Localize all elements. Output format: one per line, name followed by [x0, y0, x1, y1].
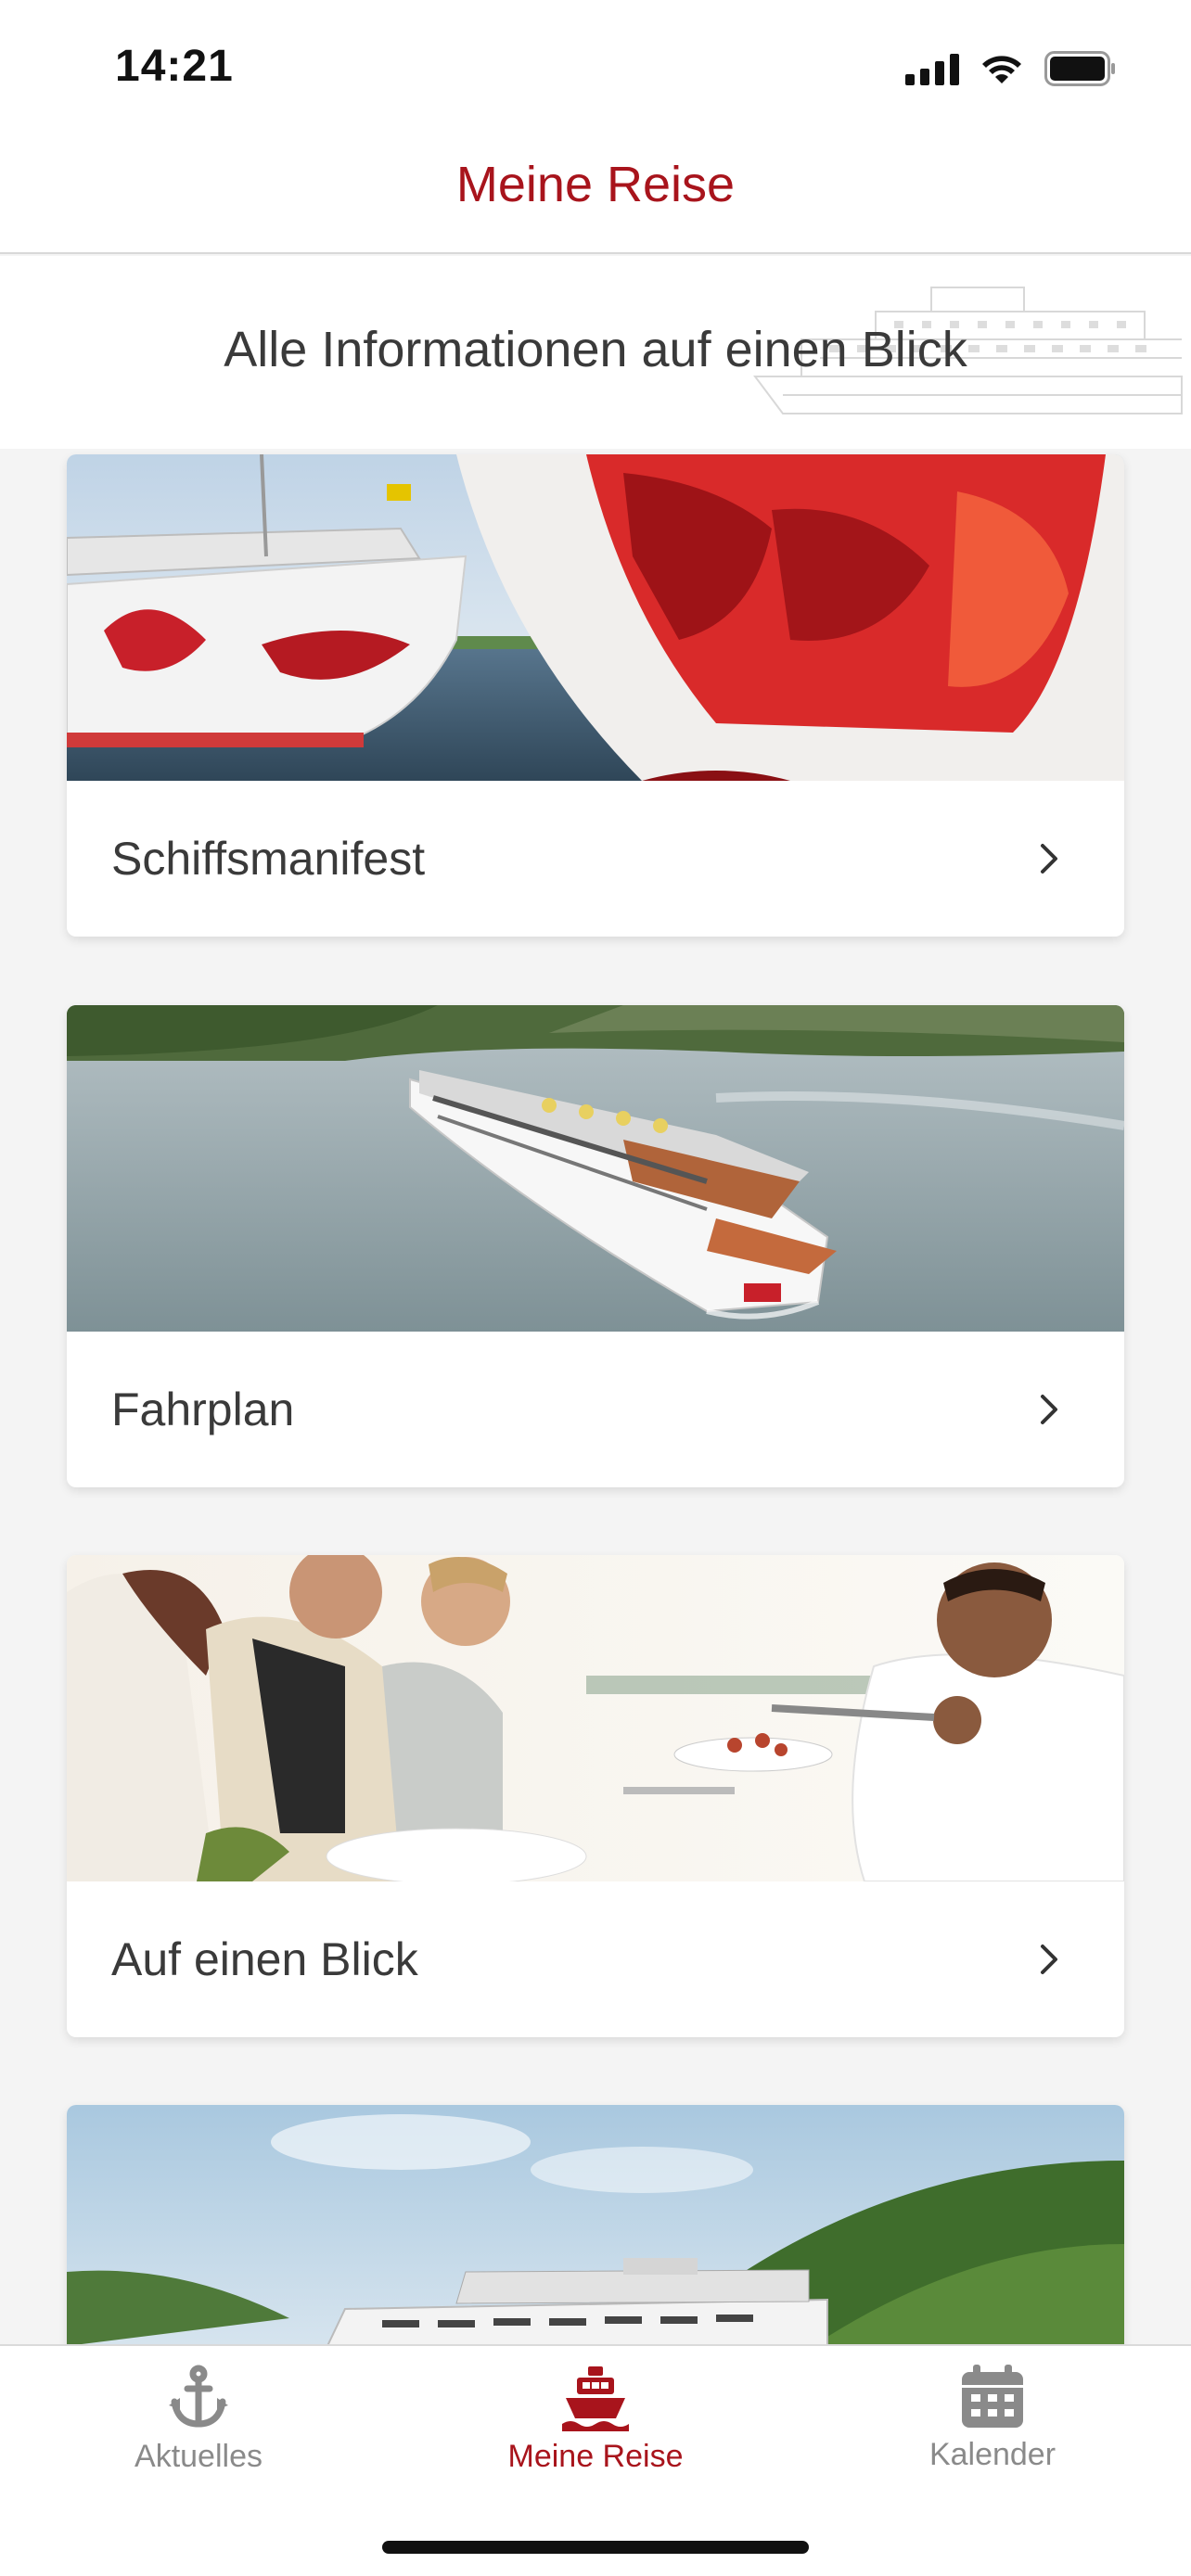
tab-meine-reise[interactable]: Meine Reise: [456, 2365, 735, 2513]
calendar-icon: [962, 2365, 1023, 2428]
card-image-ship-bows: [67, 454, 1124, 781]
ship-icon: [562, 2366, 629, 2431]
card-image-river-cruise: [67, 1005, 1124, 1332]
hero-banner: Alle Informationen auf einen Blick: [0, 256, 1191, 449]
tab-kalender[interactable]: Kalender: [853, 2365, 1132, 2513]
card-label-row[interactable]: Auf einen Blick: [67, 1881, 1124, 2037]
status-icons: [905, 48, 1117, 89]
card-image-chef-serving: [67, 1555, 1124, 1881]
chevron-right-icon: [1041, 844, 1057, 874]
home-indicator: [382, 2541, 809, 2554]
card-label: Auf einen Blick: [111, 1933, 418, 1985]
card-label: Fahrplan: [111, 1384, 295, 1435]
tab-label: Meine Reise: [507, 2439, 684, 2474]
card-label: Schiffsmanifest: [111, 833, 426, 885]
card-schiffsmanifest[interactable]: Schiffsmanifest: [67, 454, 1124, 937]
tab-label: Aktuelles: [134, 2439, 263, 2474]
chevron-right-icon: [1041, 1945, 1057, 1974]
cellular-signal-icon: [905, 52, 959, 85]
page-title: Meine Reise: [455, 157, 736, 212]
hero-heading: Alle Informationen auf einen Blick: [224, 322, 967, 377]
nav-header: Meine Reise: [0, 130, 1191, 254]
status-bar: 14:21: [0, 0, 1191, 130]
content-scroll[interactable]: Alle Informationen auf einen Blick Schif…: [0, 256, 1191, 2344]
status-time: 14:21: [115, 42, 234, 91]
card-image-ship-valley: [67, 2105, 1124, 2344]
card-4[interactable]: [67, 2105, 1124, 2344]
card-label-row[interactable]: Schiffsmanifest: [67, 781, 1124, 937]
chevron-right-icon: [1041, 1395, 1057, 1424]
tab-aktuelles[interactable]: Aktuelles: [59, 2365, 338, 2513]
wifi-icon: [980, 52, 1024, 85]
battery-icon: [1044, 51, 1117, 86]
card-label-row[interactable]: Fahrplan: [67, 1332, 1124, 1487]
tab-label: Kalender: [928, 2437, 1057, 2472]
anchor-icon: [169, 2365, 228, 2428]
card-fahrplan[interactable]: Fahrplan: [67, 1005, 1124, 1487]
card-auf-einen-blick[interactable]: Auf einen Blick: [67, 1555, 1124, 2037]
